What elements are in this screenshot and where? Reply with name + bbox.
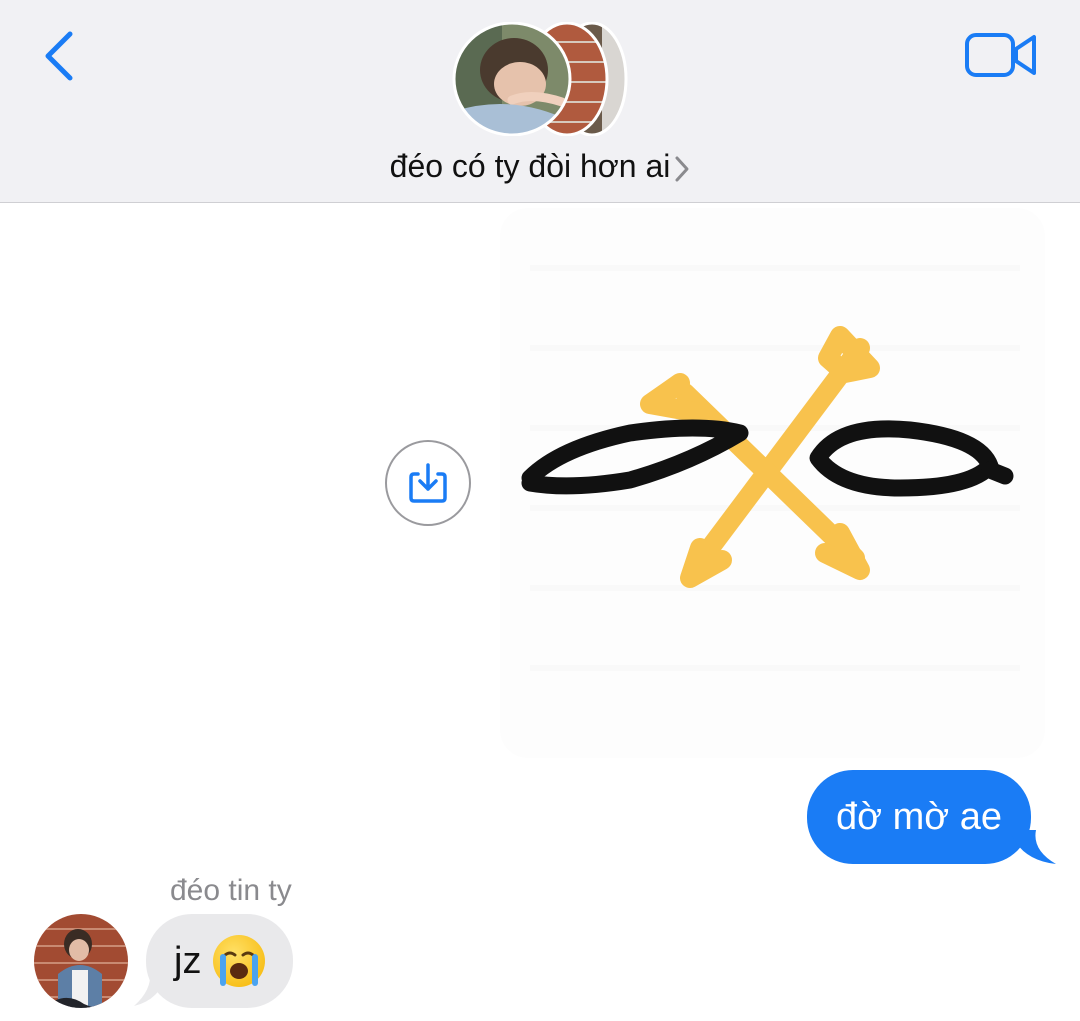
loudly-crying-face-icon	[213, 935, 266, 987]
outgoing-message-bubble[interactable]: đờ mờ ae	[807, 770, 1032, 864]
conversation-title[interactable]: đéo có ty đòi hơn ai	[0, 148, 1080, 185]
video-camera-icon	[965, 33, 1036, 77]
outgoing-message-text: đờ mờ ae	[836, 795, 1003, 838]
group-avatar-stack[interactable]	[452, 21, 632, 137]
group-avatars	[452, 21, 628, 137]
outgoing-bubble-tail	[1010, 830, 1056, 864]
conversation-header: đéo có ty đòi hơn ai	[0, 0, 1080, 203]
incoming-sender-name: đéo tin ty	[170, 874, 292, 907]
chevron-left-icon	[45, 31, 73, 81]
save-sticker-button[interactable]	[385, 440, 471, 526]
drawing-sticker[interactable]	[500, 208, 1045, 758]
incoming-message-text: jz	[174, 939, 202, 982]
facetime-button[interactable]	[964, 30, 1038, 80]
save-tray-icon	[409, 463, 447, 503]
back-button[interactable]	[40, 28, 80, 84]
incoming-message-bubble[interactable]: jz	[146, 914, 294, 1008]
conversation-title-text: đéo có ty đòi hơn ai	[389, 148, 671, 184]
chevron-right-icon	[675, 156, 689, 182]
sender-avatar[interactable]	[34, 914, 128, 1008]
sender-avatar-photo	[34, 914, 128, 1008]
doodle-image	[500, 208, 1045, 758]
